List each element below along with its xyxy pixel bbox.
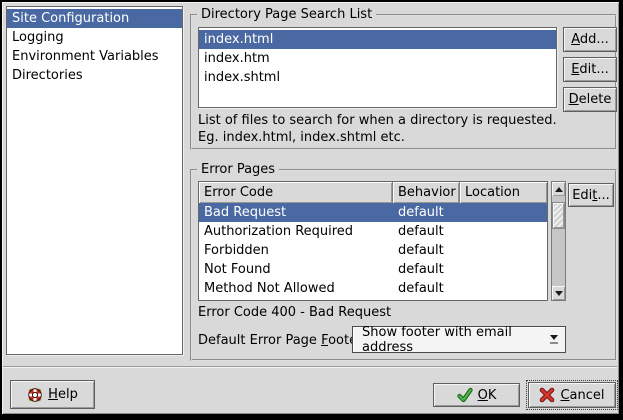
table-row[interactable]: Method Not Allowed default: [199, 279, 547, 298]
ok-button[interactable]: OK: [433, 383, 520, 407]
ok-check-icon: [457, 387, 473, 403]
error-table-scrollbar[interactable]: [551, 181, 566, 301]
column-header-behavior[interactable]: Behavior: [393, 182, 460, 203]
sidebar-item-logging[interactable]: Logging: [7, 28, 182, 47]
table-row[interactable]: Not Found default: [199, 260, 547, 279]
frame-title: Directory Page Search List: [197, 7, 376, 23]
default-error-page-footer-label: Default Error Page Footer:: [198, 333, 367, 348]
table-row[interactable]: Bad Request default: [199, 203, 547, 222]
scrollbar-up-button[interactable]: [552, 182, 565, 196]
sidebar-item-environment-variables[interactable]: Environment Variables: [7, 47, 182, 66]
help-button[interactable]: Help: [10, 380, 95, 409]
cancel-x-icon: [539, 387, 555, 403]
help-lifebuoy-icon: [27, 387, 43, 403]
file-list-item[interactable]: index.htm: [199, 49, 556, 68]
sidebar-item-directories[interactable]: Directories: [7, 66, 182, 85]
category-list[interactable]: Site Configuration Logging Environment V…: [6, 6, 183, 355]
file-list-item[interactable]: index.html: [199, 30, 556, 49]
file-list-description-line1: List of files to search for when a direc…: [198, 113, 557, 128]
error-pages-table-header: Error Code Behavior Location: [199, 182, 547, 203]
scrollbar-thumb[interactable]: [552, 202, 565, 229]
site-configuration-dialog: Site Configuration Logging Environment V…: [0, 0, 623, 420]
arrow-down-icon: [555, 291, 563, 296]
combo-selected-value: Show footer with email address: [362, 325, 550, 355]
file-list-item[interactable]: index.shtml: [199, 68, 556, 87]
column-header-location[interactable]: Location: [460, 182, 547, 203]
action-bar-separator: [3, 366, 617, 368]
frame-title: Error Pages: [197, 162, 279, 178]
edit-error-page-button[interactable]: Edit...: [568, 183, 614, 207]
column-header-error-code[interactable]: Error Code: [199, 182, 393, 203]
add-button[interactable]: Add...: [563, 27, 617, 52]
delete-button[interactable]: Delete: [563, 87, 617, 112]
edit-button[interactable]: Edit...: [563, 57, 617, 82]
arrow-up-icon: [555, 187, 563, 192]
chevron-down-icon: [550, 335, 558, 344]
scrollbar-down-button[interactable]: [552, 286, 565, 300]
sidebar-item-site-configuration[interactable]: Site Configuration: [7, 9, 182, 28]
cancel-button[interactable]: Cancel: [528, 382, 616, 408]
table-row[interactable]: Forbidden default: [199, 241, 547, 260]
error-pages-table: Error Code Behavior Location Bad Request…: [198, 181, 548, 301]
error-code-status: Error Code 400 - Bad Request: [198, 305, 391, 320]
directory-page-file-list[interactable]: index.html index.htm index.shtml: [198, 27, 557, 108]
file-list-description-line2: Eg. index.html, index.shtml etc.: [198, 130, 405, 145]
default-error-page-footer-select[interactable]: Show footer with email address: [352, 326, 566, 353]
table-row[interactable]: Authorization Required default: [199, 222, 547, 241]
